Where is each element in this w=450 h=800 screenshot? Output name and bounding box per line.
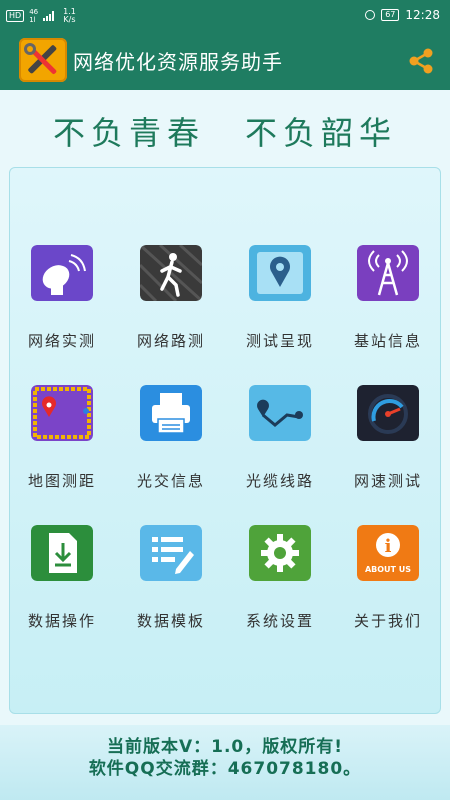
gear-icon xyxy=(249,525,311,581)
network-sub: 1l xyxy=(29,16,36,24)
menu-item-data-operation[interactable]: 数据操作 xyxy=(12,525,112,631)
menu-item-cable-route[interactable]: 光缆线路 xyxy=(230,385,330,491)
app-title: 网络优化资源服务助手 xyxy=(73,50,283,74)
menu-label: 光缆线路 xyxy=(245,472,314,490)
satellite-dish-icon xyxy=(31,245,93,301)
network-indicator: 46 1l xyxy=(29,8,38,24)
version-text: 当前版本V：1.0，版权所有! xyxy=(106,737,344,757)
menu-label: 关于我们 xyxy=(353,612,422,630)
slogan-left: 不负青春 xyxy=(52,114,205,152)
speed-indicator: 1.1 K/s xyxy=(63,8,76,24)
about-us-icon: i ABOUT US xyxy=(357,525,419,581)
clock: 12:28 xyxy=(405,8,440,22)
menu-item-about-us[interactable]: i ABOUT US 关于我们 xyxy=(338,525,438,631)
menu-item-network-test[interactable]: 网络实测 xyxy=(12,245,112,351)
download-document-icon xyxy=(31,525,93,581)
status-bar: HD 46 1l 1.1 K/s 67 12:28 xyxy=(0,0,450,32)
slogan: 不负青春 不负韶华 xyxy=(0,108,450,154)
status-left: HD 46 1l 1.1 K/s xyxy=(6,8,76,24)
walking-person-icon xyxy=(140,245,202,301)
menu-item-base-station[interactable]: 基站信息 xyxy=(338,245,438,351)
menu-label: 网络路测 xyxy=(136,332,205,350)
signal-icon xyxy=(43,11,55,21)
app-bar: 网络优化资源服务助手 xyxy=(0,32,450,90)
alarm-icon xyxy=(365,10,376,20)
menu-item-optical-cross[interactable]: 光交信息 xyxy=(121,385,221,491)
menu-item-map-distance[interactable]: 地图测距 xyxy=(12,385,112,491)
edit-list-icon xyxy=(140,525,202,581)
network-type: 46 xyxy=(29,8,39,16)
map-distance-icon xyxy=(31,385,93,441)
slogan-right: 不负韶华 xyxy=(245,114,398,152)
qq-group-text: 软件QQ交流群：467078180。 xyxy=(88,759,362,779)
menu-label: 光交信息 xyxy=(136,472,205,490)
tools-logo-icon xyxy=(19,38,67,82)
menu-label: 数据模板 xyxy=(136,612,205,630)
hd-indicator: HD xyxy=(6,10,25,22)
base-station-tower-icon xyxy=(357,245,419,301)
speed-unit: K/s xyxy=(63,15,76,24)
menu-label: 网络实测 xyxy=(27,332,96,350)
menu-label: 系统设置 xyxy=(245,612,314,630)
map-pin-icon xyxy=(249,245,311,301)
svg-text:i: i xyxy=(385,536,392,557)
menu-label: 测试呈现 xyxy=(245,332,314,350)
status-right: 67 12:28 xyxy=(365,8,440,22)
printer-icon xyxy=(140,385,202,441)
route-path-icon xyxy=(249,385,311,441)
menu-label: 基站信息 xyxy=(353,332,422,350)
menu-label: 地图测距 xyxy=(27,472,96,490)
battery-indicator: 67 xyxy=(381,9,400,21)
menu-item-system-settings[interactable]: 系统设置 xyxy=(230,525,330,631)
menu-item-speed-test[interactable]: 网速测试 xyxy=(338,385,438,491)
menu-item-drive-test[interactable]: 网络路测 xyxy=(121,245,221,351)
menu-item-test-display[interactable]: 测试呈现 xyxy=(230,245,330,351)
menu-label: 数据操作 xyxy=(27,612,96,630)
speedometer-icon xyxy=(357,385,419,441)
menu-item-data-template[interactable]: 数据模板 xyxy=(121,525,221,631)
footer: 当前版本V：1.0，版权所有! 软件QQ交流群：467078180。 xyxy=(0,725,450,800)
share-icon[interactable] xyxy=(406,46,436,76)
about-us-icon-text: ABOUT US xyxy=(365,565,411,574)
menu-label: 网速测试 xyxy=(353,472,422,490)
